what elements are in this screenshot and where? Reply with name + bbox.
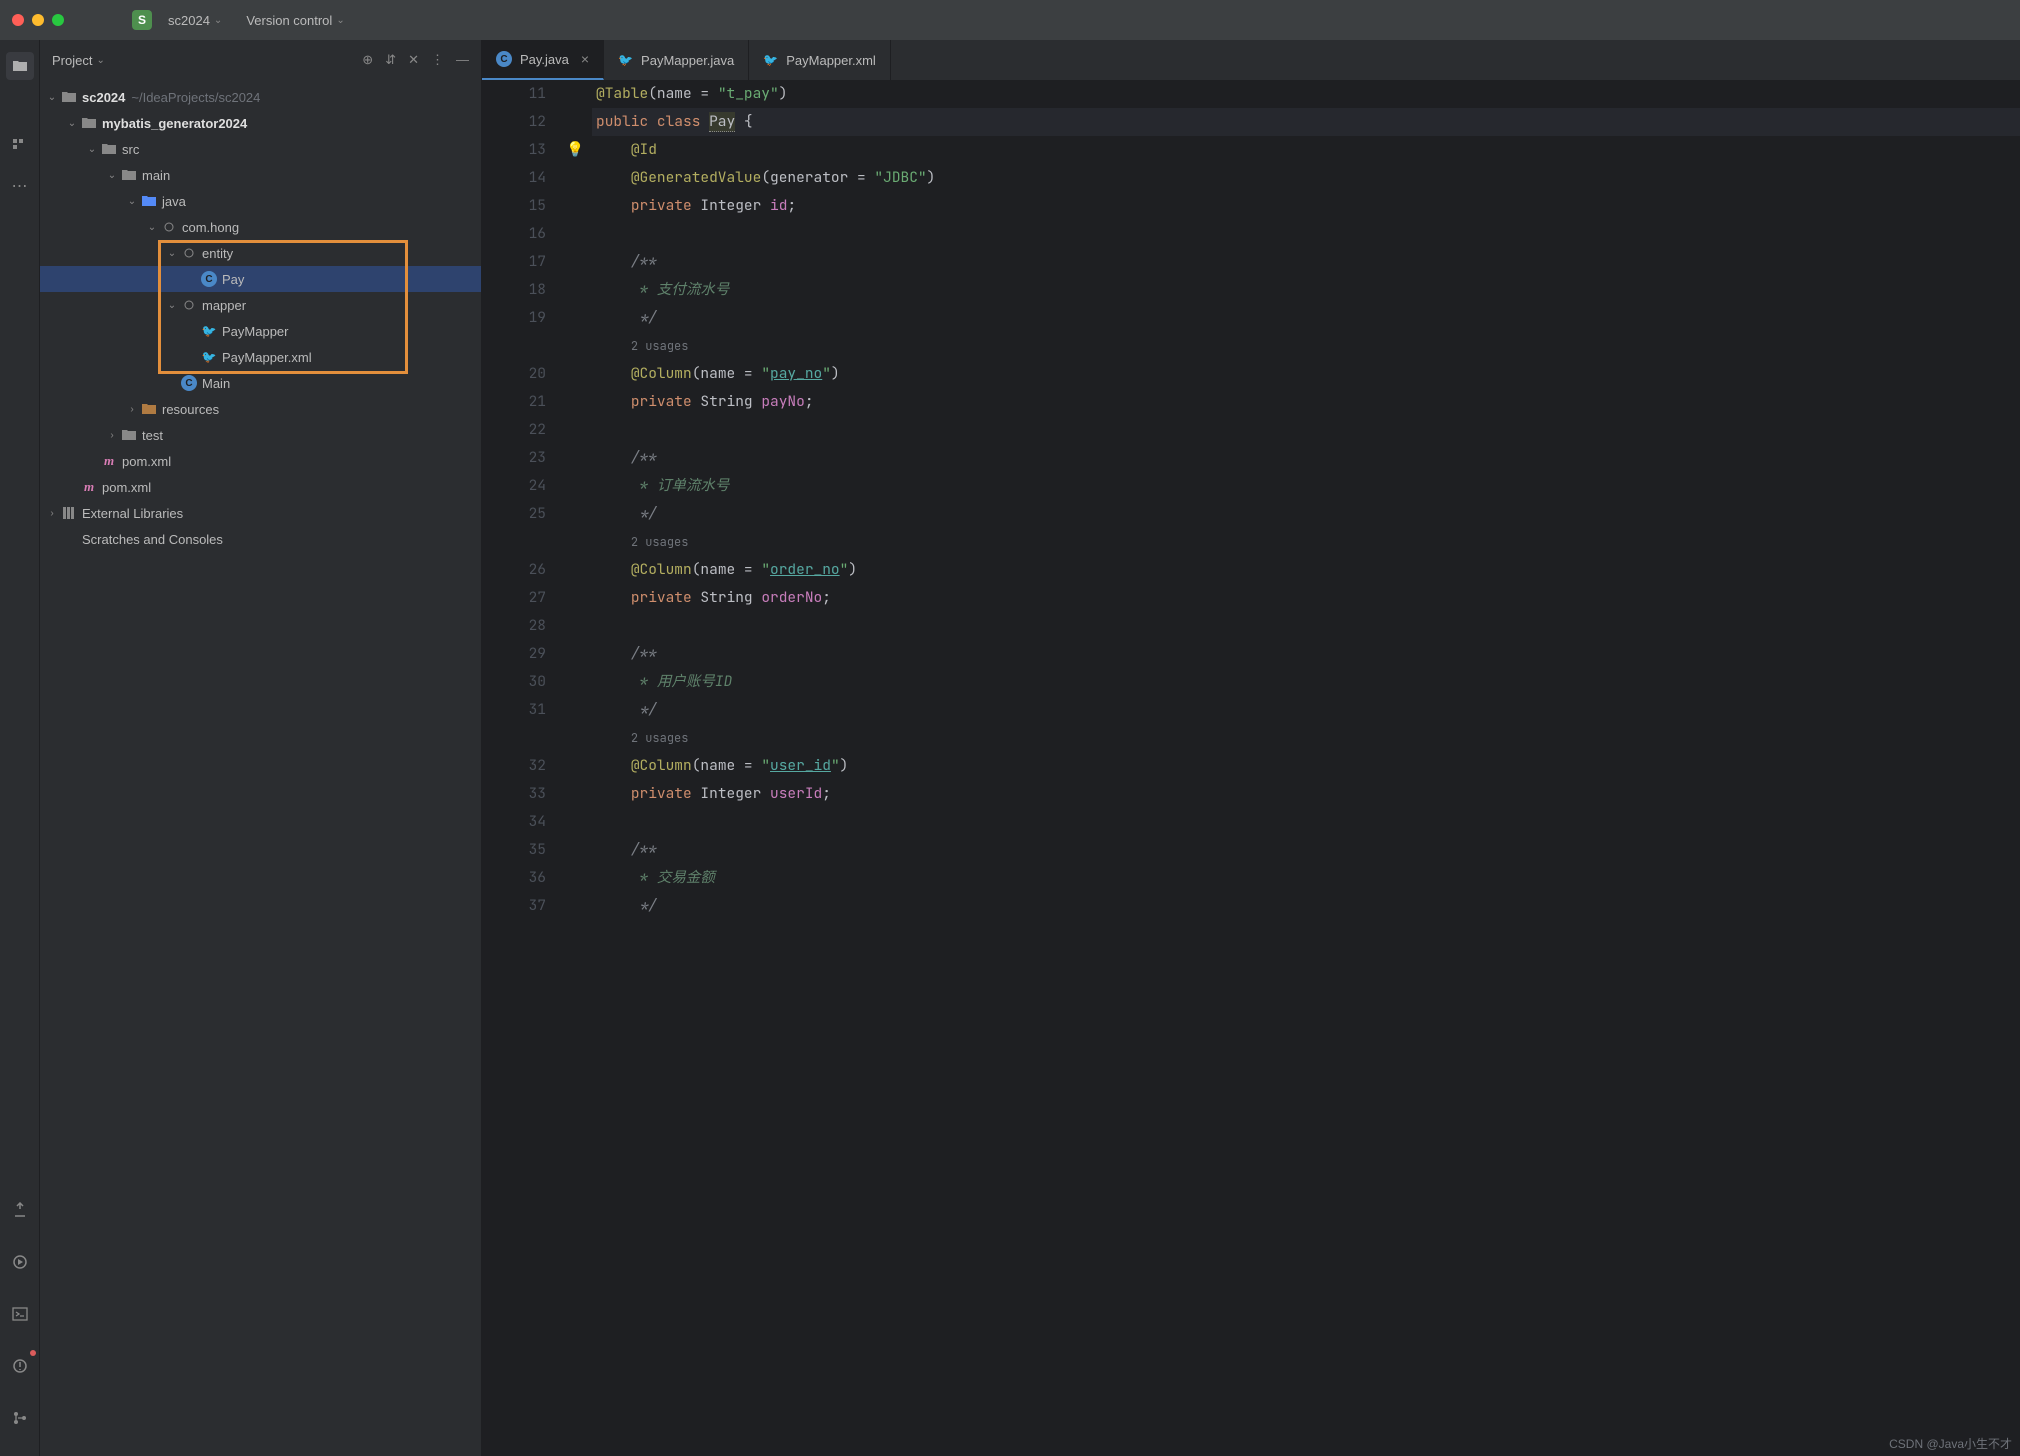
problems-tool-icon[interactable] [6, 1352, 34, 1380]
tree-main[interactable]: ⌄ main [40, 162, 481, 188]
tab-label: PayMapper.java [641, 53, 734, 68]
titlebar: S sc2024 ⌄ Version control ⌄ [0, 0, 2020, 40]
project-chip: S [132, 10, 152, 30]
left-tool-rail: ⋯ [0, 40, 40, 1456]
project-tool-icon[interactable] [6, 52, 34, 80]
tab-label: PayMapper.xml [786, 53, 876, 68]
watermark: CSDN @Java小生不才 [1889, 1435, 2012, 1452]
folder-icon [60, 89, 78, 105]
run-tool-icon[interactable] [6, 1248, 34, 1276]
panel-options-icon[interactable]: ⋮ [431, 52, 444, 68]
tree-external-libs[interactable]: › External Libraries [40, 500, 481, 526]
gutter-icons: 💡 [562, 80, 592, 1456]
usage-hint[interactable]: 2 usages [631, 338, 689, 354]
editor-tab[interactable]: 🐦 PayMapper.java [604, 40, 749, 80]
version-control-menu[interactable]: Version control ⌄ [238, 9, 352, 32]
project-panel: Project ⌄ ⊕ ⇵ ✕ ⋮ — ⌄ sc2024 ~/IdeaProje… [40, 40, 482, 1456]
tab-label: Pay.java [520, 52, 569, 67]
chevron-down-icon: ⌄ [214, 15, 222, 26]
editor-area: CPay.java×🐦PayMapper.java🐦PayMapper.xml … [482, 40, 2020, 1456]
project-name: sc2024 [168, 13, 210, 28]
panel-title-button[interactable]: Project ⌄ [52, 53, 105, 68]
tree-label: com.hong [182, 220, 239, 235]
tree-test[interactable]: › test [40, 422, 481, 448]
tree-pom2[interactable]: m pom.xml [40, 474, 481, 500]
structure-tool-icon[interactable] [6, 132, 34, 160]
tree-label: pom.xml [122, 454, 171, 469]
close-tab-icon[interactable]: × [581, 51, 589, 67]
panel-title-label: Project [52, 53, 92, 68]
editor-tabs: C Pay.java × 🐦 PayMapper.java 🐦 PayMapper.xml [482, 40, 2020, 80]
code-area[interactable]: @Table(name = "t_pay")public class Pay {… [592, 80, 2020, 1456]
usage-hint[interactable]: 2 usages [631, 730, 689, 746]
tree-pom1[interactable]: m pom.xml [40, 448, 481, 474]
package-icon [160, 219, 178, 235]
tree-label: External Libraries [82, 506, 183, 521]
tree-src[interactable]: ⌄ src [40, 136, 481, 162]
tree-root[interactable]: ⌄ sc2024 ~/IdeaProjects/sc2024 [40, 84, 481, 110]
chevron-down-icon: ⌄ [96, 55, 104, 66]
tree-scratches[interactable]: Scratches and Consoles [40, 526, 481, 552]
git-tool-icon[interactable] [6, 1404, 34, 1432]
tree-module[interactable]: ⌄ mybatis_generator2024 [40, 110, 481, 136]
collapse-all-icon[interactable]: ✕ [408, 52, 419, 68]
panel-header: Project ⌄ ⊕ ⇵ ✕ ⋮ — [40, 40, 481, 80]
vcs-label: Version control [246, 13, 332, 28]
terminal-tool-icon[interactable] [6, 1300, 34, 1328]
line-gutter[interactable]: 1112131415161718192021222324252627282930… [482, 80, 562, 1456]
close-window[interactable] [12, 14, 24, 26]
tree-label: pom.xml [102, 480, 151, 495]
mybatis-xml-icon: 🐦 [763, 53, 778, 67]
tree-resources[interactable]: › resources [40, 396, 481, 422]
class-icon: C [496, 51, 512, 67]
tree-label: Main [202, 376, 230, 391]
editor-tab[interactable]: 🐦 PayMapper.xml [749, 40, 891, 80]
tree-path: ~/IdeaProjects/sc2024 [131, 90, 260, 105]
maven-icon: m [80, 479, 98, 495]
folder-icon [100, 141, 118, 157]
chevron-down-icon: ⌄ [336, 15, 344, 26]
tree-label: test [142, 428, 163, 443]
usage-hint[interactable]: 2 usages [631, 534, 689, 550]
expand-all-icon[interactable]: ⇵ [385, 52, 396, 68]
tree-java[interactable]: ⌄ java [40, 188, 481, 214]
window-controls [12, 14, 64, 26]
intention-bulb-icon[interactable]: 💡 [566, 140, 584, 159]
tree-label: src [122, 142, 139, 157]
class-icon: C [180, 375, 198, 391]
more-tool-icon[interactable]: ⋯ [6, 172, 34, 200]
tree-label: mybatis_generator2024 [102, 116, 247, 131]
source-folder-icon [140, 193, 158, 209]
scratches-icon [60, 531, 78, 547]
maven-icon: m [100, 453, 118, 469]
build-tool-icon[interactable] [6, 1196, 34, 1224]
mybatis-icon: 🐦 [618, 53, 633, 67]
annotation-highlight [158, 240, 408, 374]
folder-icon [120, 427, 138, 443]
tree-label: resources [162, 402, 219, 417]
tree-label: sc2024 [82, 90, 125, 105]
library-icon [60, 505, 78, 521]
tree-package[interactable]: ⌄ com.hong [40, 214, 481, 240]
module-icon [80, 115, 98, 131]
folder-icon [120, 167, 138, 183]
tree-label: main [142, 168, 170, 183]
tree-label: Scratches and Consoles [82, 532, 223, 547]
maximize-window[interactable] [52, 14, 64, 26]
editor-tab[interactable]: C Pay.java × [482, 40, 604, 80]
hide-panel-icon[interactable]: — [456, 52, 469, 68]
tree-label: java [162, 194, 186, 209]
editor-content[interactable]: 1112131415161718192021222324252627282930… [482, 80, 2020, 1456]
project-selector[interactable]: sc2024 ⌄ [160, 9, 230, 32]
select-opened-file-icon[interactable]: ⊕ [362, 52, 373, 68]
minimize-window[interactable] [32, 14, 44, 26]
resources-folder-icon [140, 401, 158, 417]
project-tree[interactable]: ⌄ sc2024 ~/IdeaProjects/sc2024 ⌄ mybatis… [40, 80, 481, 1456]
